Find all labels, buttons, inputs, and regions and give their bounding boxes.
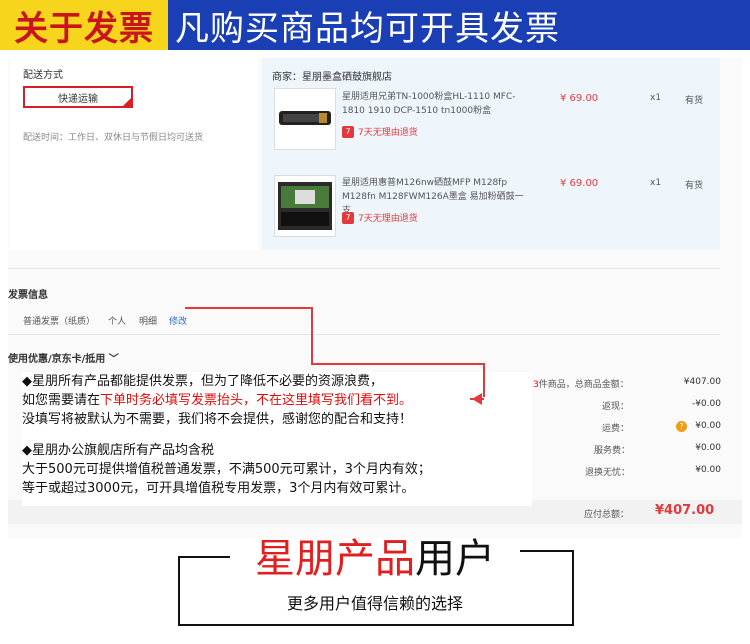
banner-left-title: 关于发票 [0, 0, 168, 50]
store-name: 商家：星朋墨盒硒鼓旗舰店 [272, 72, 392, 83]
notice-line: 如您需要请在下单时务必填写发票抬头，不在这里填写我们看不到。 [22, 393, 413, 408]
product-name[interactable]: 星朋适用兄弟TN-1000粉盒HL-1110 MFC-1810 1910 DCP… [342, 90, 532, 118]
divider [8, 334, 720, 335]
invoice-edit-link[interactable]: 修改 [169, 314, 187, 327]
banner-right-title: 凡购买商品均可开具发票 [175, 8, 560, 49]
notice-line: ◆星朋所有产品都能提供发票，但为了降低不必要的资源浪费， [22, 374, 383, 389]
product-stock: 有货 [685, 96, 704, 106]
summary-cashback: -¥0.00 [691, 399, 721, 409]
invoice-content: 明细 [139, 317, 158, 327]
return-icon: 7 [342, 211, 354, 224]
connector-line [311, 307, 313, 365]
summary-count: 3件商品，总商品金额： [533, 380, 629, 390]
notice-line: 等于或超过3000元，可开具增值税专用发票，3个月内有效可累计。 [22, 481, 415, 496]
summary-goods-total: ¥407.00 [683, 377, 721, 387]
invoice-type: 普通发票（纸质） [23, 317, 96, 327]
decor-line [572, 550, 574, 626]
shipping-title: 配送方式 [23, 70, 63, 81]
summary-shipping: ¥0.00 [695, 421, 721, 431]
invoice-title-type: 个人 [108, 317, 127, 327]
summary-return-label: 退换无忧： [585, 468, 631, 478]
decor-line [178, 624, 574, 626]
product-qty: x1 [650, 93, 662, 103]
decor-line [178, 556, 180, 626]
connector-line [185, 307, 313, 309]
return-tag: 7 7天无理由退货 [342, 125, 418, 138]
discount-toggle[interactable]: 使用优惠/京东卡/抵用 ﹀ [8, 350, 119, 365]
product-qty: x1 [650, 178, 662, 188]
shipping-note: 配送时间：工作日、双休日与节假日均可送货 [23, 133, 204, 143]
total-amount: ¥407.00 [655, 503, 715, 518]
return-icon: 7 [342, 125, 354, 138]
product-image[interactable] [274, 88, 336, 150]
summary-return: ¥0.00 [695, 465, 721, 475]
decor-line [520, 550, 572, 552]
divider [8, 268, 720, 269]
summary-service-label: 服务费： [594, 446, 631, 456]
decor-line [178, 556, 230, 558]
total-label: 应付总额： [584, 510, 630, 520]
footer-subtitle: 更多用户值得信赖的选择 [286, 594, 463, 613]
connector-line [311, 363, 485, 365]
summary-service: ¥0.00 [695, 443, 721, 453]
product-image[interactable] [274, 175, 336, 237]
summary-cashback-label: 返现： [602, 402, 630, 412]
shipping-method-button[interactable]: 快递运输 [23, 86, 133, 108]
notice-line: 大于500元可提供增值税普通发票，不满500元可累计，3个月内有效； [22, 462, 431, 477]
invoice-title: 发票信息 [8, 290, 48, 301]
notice-line: ◆星朋办公旗舰店所有产品均含税 [22, 443, 214, 458]
summary-shipping-label: 运费： [602, 424, 630, 434]
product-stock: 有货 [685, 181, 704, 191]
product-price: ¥ 69.00 [560, 93, 599, 104]
product-price: ¥ 69.00 [560, 178, 599, 189]
selected-corner-icon [122, 98, 131, 107]
invoice-notice: ◆星朋所有产品都能提供发票，但为了降低不必要的资源浪费， 如您需要请在下单时务必… [22, 372, 532, 506]
return-tag: 7 7天无理由退货 [342, 211, 418, 224]
footer-slogan: 星朋产品用户 [255, 536, 495, 582]
notice-line: 没填写将被默认为不需要，我们将不会提供，感谢您的配合和支持！ [22, 412, 413, 427]
connector-line [483, 363, 485, 397]
connector-line [470, 398, 484, 400]
